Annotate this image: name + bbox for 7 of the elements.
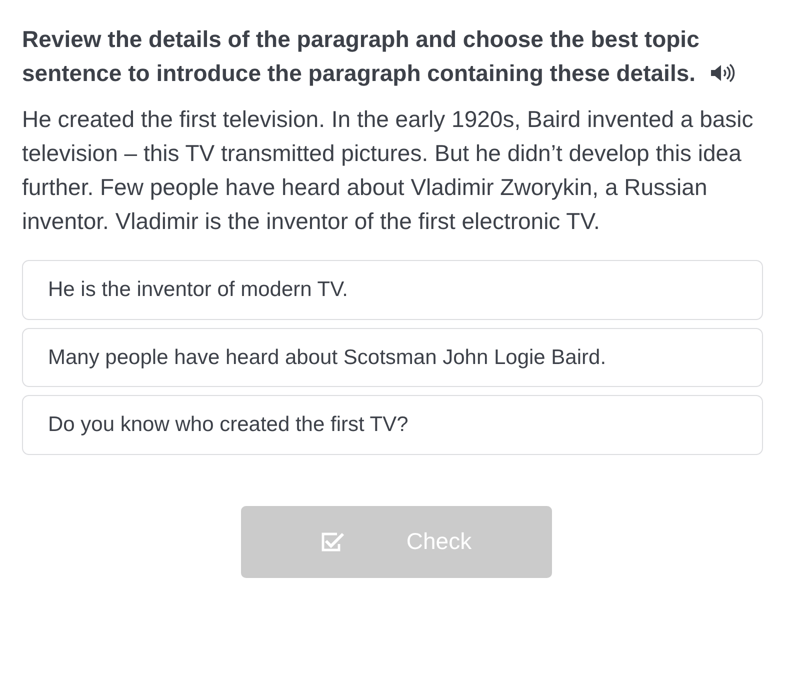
answer-option[interactable]: Do you know who created the first TV? <box>22 395 763 454</box>
passage-text: He created the first television. In the early 1920s, Baird invented a basic television – this TV transmitted pictures. But he didn’t develop this idea further. Few people have heard about Vladimir Zworykin, a Russian inventor. Vladimir is the inventor of the first electronic TV. <box>22 105 754 236</box>
answer-option[interactable]: He is the inventor of modern TV. <box>22 260 763 320</box>
question-text: Review the details of the paragraph and choose the best topic sentence to introduce the paragraph containing these details. <box>22 26 700 86</box>
checkbox-icon <box>320 530 346 552</box>
answer-option[interactable]: Many people have heard about Scotsman John Logie Baird. <box>22 328 763 387</box>
speaker-icon[interactable] <box>710 63 736 83</box>
